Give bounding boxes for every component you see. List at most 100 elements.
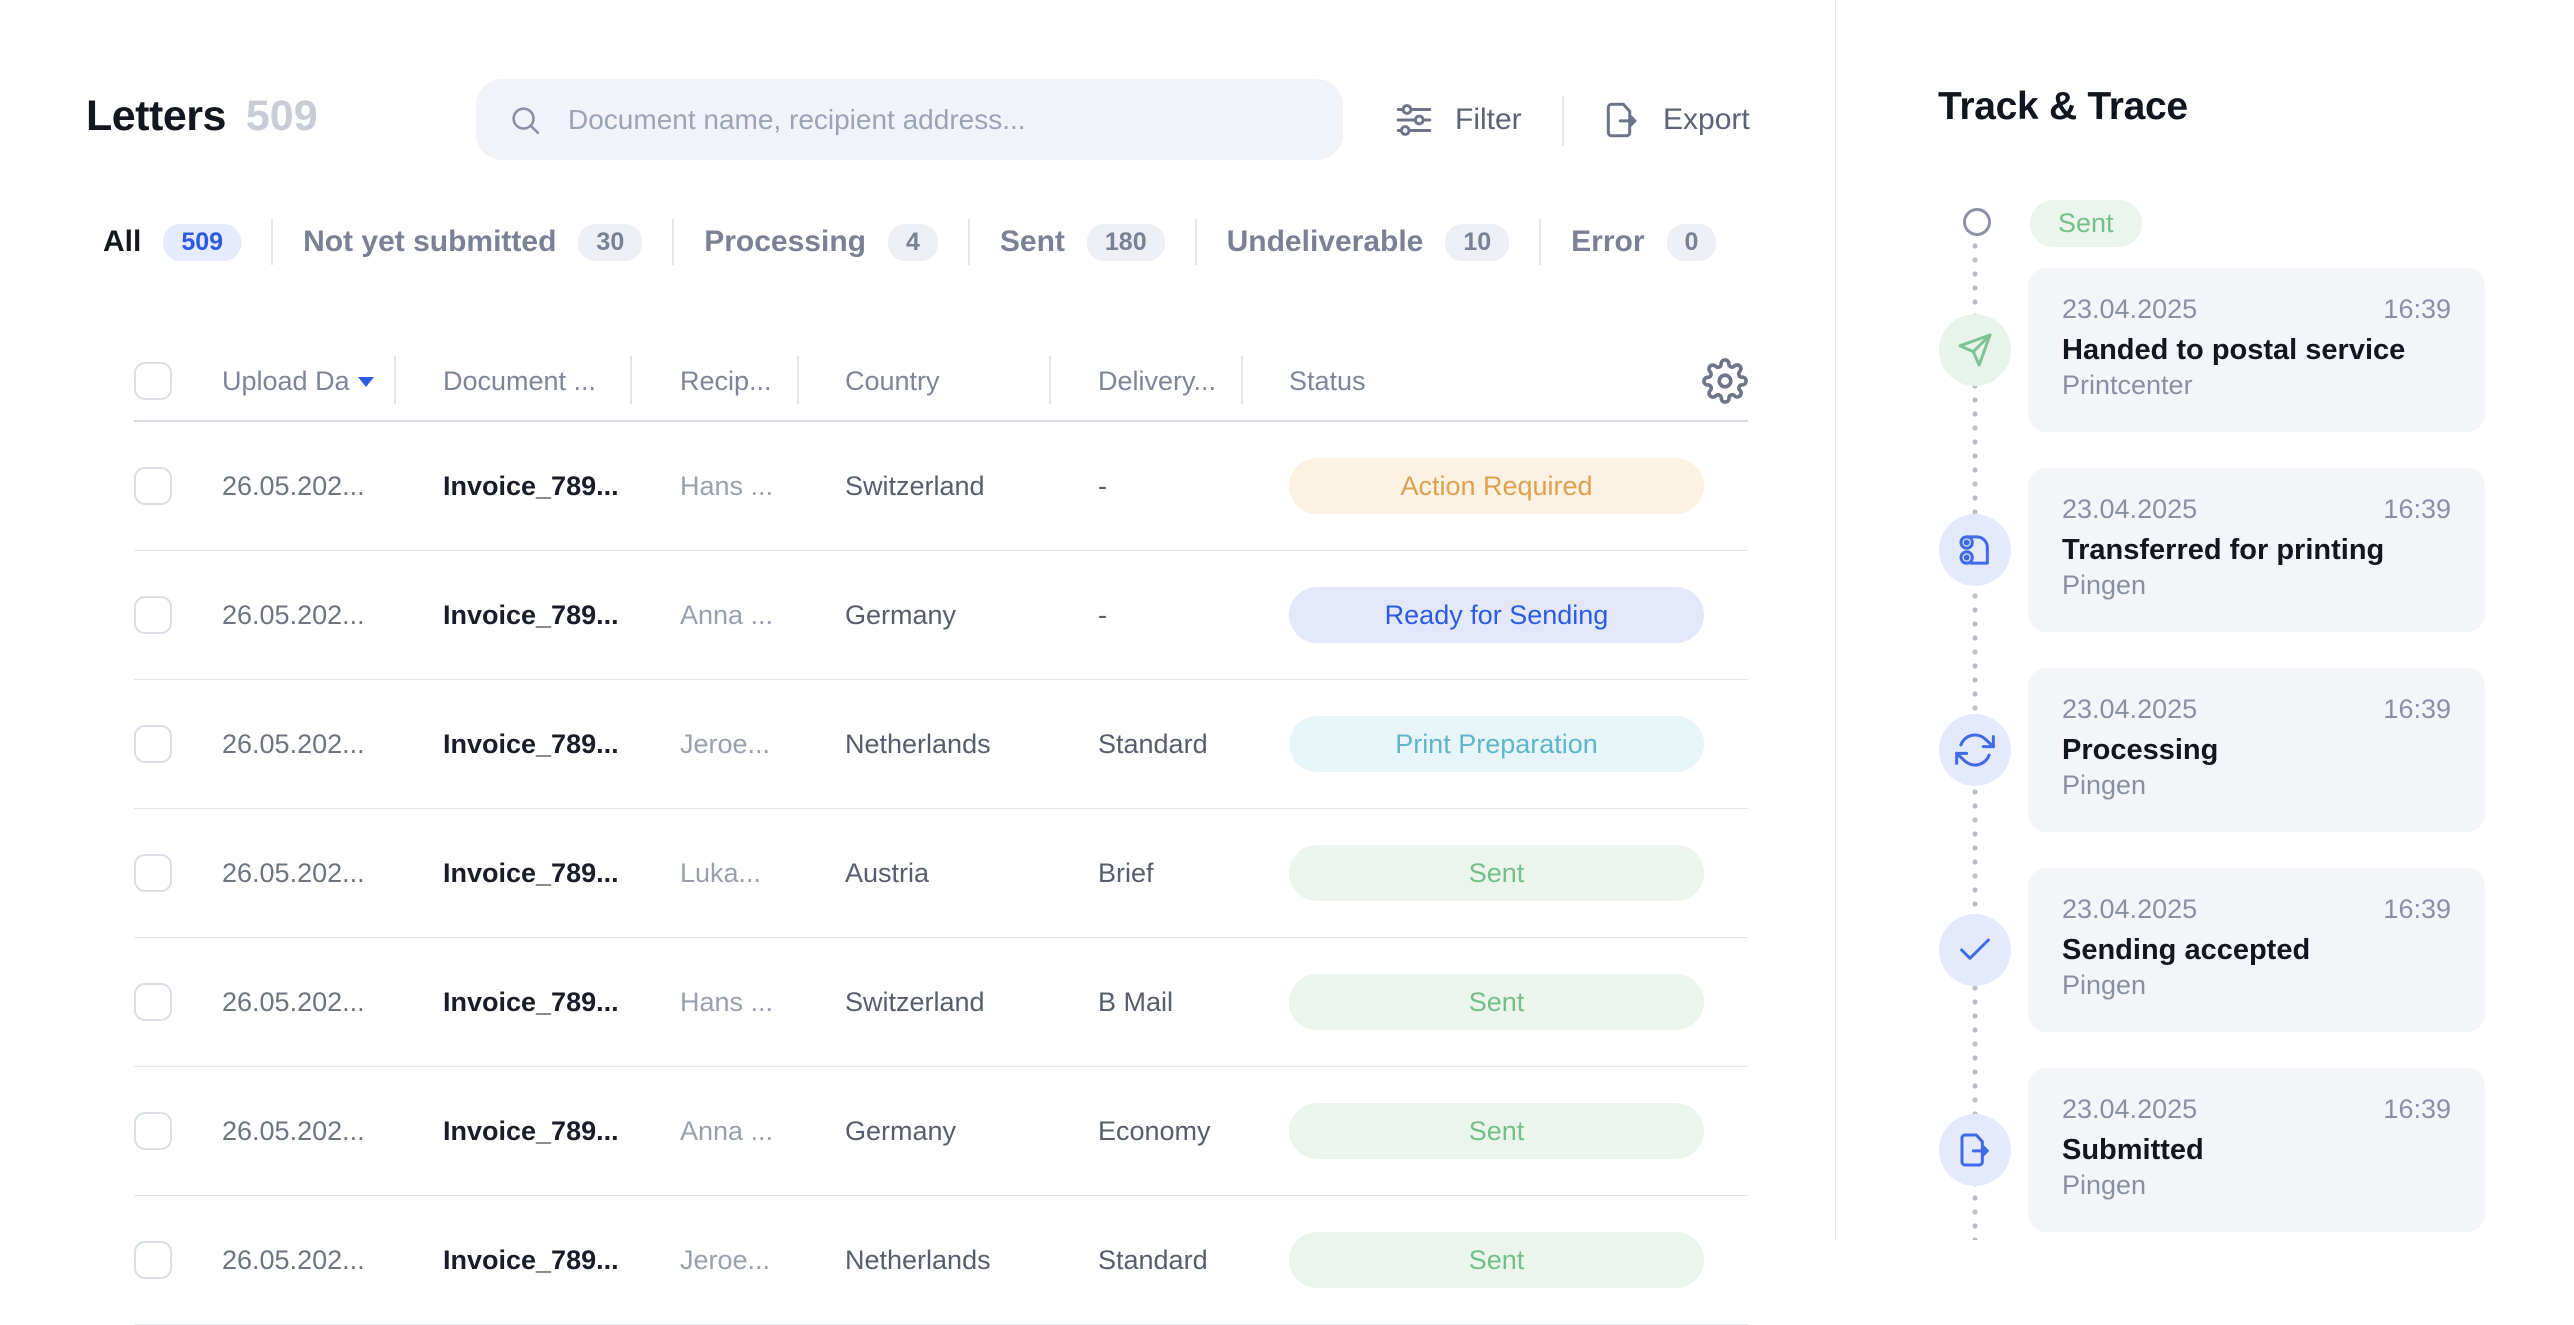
refresh-icon	[1939, 714, 2011, 786]
row-checkbox[interactable]	[134, 854, 172, 892]
cell-country: Netherlands	[845, 729, 1098, 760]
row-checkbox[interactable]	[134, 983, 172, 1021]
cell-document: Invoice_789...	[443, 858, 680, 889]
row-checkbox[interactable]	[134, 1241, 172, 1279]
filter-button[interactable]: Filter	[1393, 90, 1522, 150]
table-row[interactable]: 26.05.202... Invoice_789... Luka... Aust…	[134, 809, 1748, 938]
event-title: Submitted	[2062, 1134, 2451, 1167]
cell-delivery: Standard	[1098, 1245, 1289, 1276]
tab-count-badge: 10	[1445, 224, 1509, 261]
paper-plane-icon	[1939, 314, 2011, 386]
cell-upload-date: 26.05.202...	[222, 729, 443, 760]
status-badge: Print Preparation	[1289, 716, 1704, 772]
column-header-recipient[interactable]: Recip...	[680, 366, 845, 397]
cell-document: Invoice_789...	[443, 1116, 680, 1147]
event-source: Pingen	[2062, 570, 2451, 601]
search-bar[interactable]	[476, 79, 1343, 160]
table-row[interactable]: 26.05.202... Invoice_789... Hans ... Swi…	[134, 938, 1748, 1067]
status-badge: Sent	[1289, 974, 1704, 1030]
header-separator	[1241, 356, 1243, 404]
cell-upload-date: 26.05.202...	[222, 858, 443, 889]
row-checkbox[interactable]	[134, 1112, 172, 1150]
cell-country: Austria	[845, 858, 1098, 889]
timeline-event-card[interactable]: 23.04.2025 16:39 Processing Pingen	[2028, 668, 2485, 832]
cell-country: Netherlands	[845, 1245, 1098, 1276]
event-source: Pingen	[2062, 1170, 2451, 1201]
tab-label: Processing	[704, 225, 866, 259]
cell-recipient: Anna ...	[680, 600, 845, 631]
cell-recipient: Luka...	[680, 858, 845, 889]
event-time: 16:39	[2383, 894, 2451, 925]
event-title: Transferred for printing	[2062, 534, 2451, 567]
select-all-checkbox[interactable]	[134, 362, 172, 400]
file-export-icon	[1939, 1114, 2011, 1186]
timeline-event-card[interactable]: 23.04.2025 16:39 Transferred for printin…	[2028, 468, 2485, 632]
filter-label: Filter	[1455, 103, 1522, 137]
gear-icon[interactable]	[1702, 358, 1748, 404]
cell-recipient: Jeroe...	[680, 1245, 845, 1276]
event-source: Pingen	[2062, 970, 2451, 1001]
timeline-event-card[interactable]: 23.04.2025 16:39 Submitted Pingen	[2028, 1068, 2485, 1232]
row-checkbox[interactable]	[134, 467, 172, 505]
header-separator	[1049, 356, 1051, 404]
letters-panel: Letters 509 Filter Export All 509 Not ye…	[0, 0, 1836, 1240]
status-badge: Sent	[1289, 1232, 1704, 1288]
status-badge: Action Required	[1289, 458, 1704, 514]
cell-delivery: Brief	[1098, 858, 1289, 889]
event-source: Printcenter	[2062, 370, 2451, 401]
tab-sent[interactable]: Sent 180	[1000, 224, 1165, 261]
tab-all[interactable]: All 509	[103, 224, 241, 261]
cell-delivery: Economy	[1098, 1116, 1289, 1147]
toolbar-divider	[1562, 96, 1564, 146]
table-row[interactable]: 26.05.202... Invoice_789... Jeroe... Net…	[134, 1196, 1748, 1325]
column-header-delivery[interactable]: Delivery...	[1098, 366, 1289, 397]
event-time: 16:39	[2383, 1094, 2451, 1125]
search-input[interactable]	[566, 103, 1329, 137]
cell-document: Invoice_789...	[443, 600, 680, 631]
header-separator	[630, 356, 632, 404]
status-tabs: All 509 Not yet submitted 30 Processing …	[103, 216, 1716, 268]
track-trace-title: Track & Trace	[1938, 85, 2188, 129]
check-icon	[1939, 914, 2011, 986]
status-badge: Sent	[1289, 845, 1704, 901]
column-header-status[interactable]: Status	[1289, 366, 1704, 397]
table-header-row: Upload Da Document ... Recip... Country …	[134, 342, 1748, 422]
event-time: 16:39	[2383, 494, 2451, 525]
cell-document: Invoice_789...	[443, 1245, 680, 1276]
tab-count-badge: 4	[888, 224, 938, 261]
column-header-country[interactable]: Country	[845, 366, 1098, 397]
cell-country: Switzerland	[845, 471, 1098, 502]
export-button[interactable]: Export	[1601, 90, 1750, 150]
tab-processing[interactable]: Processing 4	[704, 224, 938, 261]
tab-label: Sent	[1000, 225, 1065, 259]
timeline-event-card[interactable]: 23.04.2025 16:39 Sending accepted Pingen	[2028, 868, 2485, 1032]
table-row[interactable]: 26.05.202... Invoice_789... Anna ... Ger…	[134, 1067, 1748, 1196]
tab-separator	[1195, 219, 1197, 265]
row-checkbox[interactable]	[134, 725, 172, 763]
event-title: Handed to postal service	[2062, 334, 2451, 367]
tab-error[interactable]: Error 0	[1571, 224, 1716, 261]
table-row[interactable]: 26.05.202... Invoice_789... Jeroe... Net…	[134, 680, 1748, 809]
cell-delivery: B Mail	[1098, 987, 1289, 1018]
row-checkbox[interactable]	[134, 596, 172, 634]
page-title-count: 509	[246, 92, 318, 141]
printing-press-icon	[1939, 514, 2011, 586]
cell-country: Switzerland	[845, 987, 1098, 1018]
event-time: 16:39	[2383, 294, 2451, 325]
cell-recipient: Jeroe...	[680, 729, 845, 760]
column-header-upload-date[interactable]: Upload Da	[222, 366, 443, 397]
event-date: 23.04.2025	[2062, 694, 2197, 725]
tab-label: Undeliverable	[1227, 225, 1424, 259]
tab-count-badge: 180	[1087, 224, 1165, 261]
track-status-badge: Sent	[2030, 200, 2142, 247]
cell-upload-date: 26.05.202...	[222, 1116, 443, 1147]
cell-document: Invoice_789...	[443, 471, 680, 502]
tab-not-yet-submitted[interactable]: Not yet submitted 30	[303, 224, 642, 261]
tab-label: All	[103, 225, 141, 259]
cell-recipient: Hans ...	[680, 987, 845, 1018]
timeline-event-card[interactable]: 23.04.2025 16:39 Handed to postal servic…	[2028, 268, 2485, 432]
column-header-document[interactable]: Document ...	[443, 366, 680, 397]
tab-undeliverable[interactable]: Undeliverable 10	[1227, 224, 1510, 261]
table-row[interactable]: 26.05.202... Invoice_789... Anna ... Ger…	[134, 551, 1748, 680]
table-row[interactable]: 26.05.202... Invoice_789... Hans ... Swi…	[134, 422, 1748, 551]
